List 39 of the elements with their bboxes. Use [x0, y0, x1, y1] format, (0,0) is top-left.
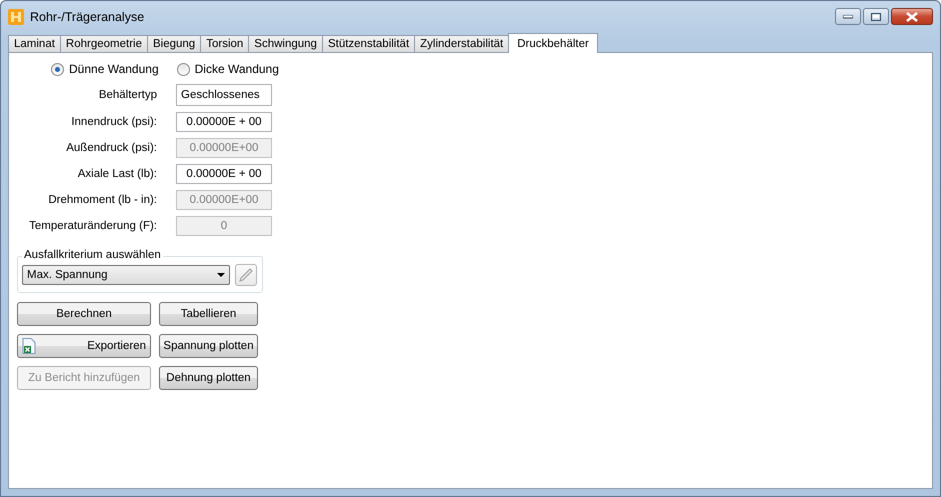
- tab[interactable]: Rohrgeometrie: [60, 35, 148, 52]
- tab[interactable]: Stützenstabilität: [322, 35, 416, 52]
- action-button[interactable]: Dehnung plotten: [159, 366, 258, 390]
- field-label: Innendruck (psi):: [70, 116, 157, 128]
- radio-button[interactable]: [176, 62, 190, 76]
- radio-label: Dicke Wandung: [194, 62, 279, 76]
- tab[interactable]: Torsion: [200, 35, 250, 52]
- radio-label: Dünne Wandung: [69, 62, 159, 76]
- minimize-button[interactable]: [835, 8, 861, 25]
- tab[interactable]: Schwingung: [248, 35, 323, 52]
- app-logo-icon: [8, 8, 24, 24]
- field-label: Drehmoment (lb - in):: [47, 194, 157, 206]
- action-button[interactable]: Exportieren: [17, 334, 151, 358]
- action-button[interactable]: Tabellieren: [159, 302, 258, 326]
- tab[interactable]: Druckbehälter: [508, 33, 598, 53]
- maximize-button[interactable]: [863, 8, 889, 25]
- tab[interactable]: Zylinderstabilität: [414, 35, 510, 52]
- input-field[interactable]: 0.00000E + 00: [176, 164, 272, 184]
- spreadsheet-icon: [22, 338, 36, 354]
- window-title: Rohr-/Trägeranalyse: [30, 10, 144, 24]
- maximize-icon: [871, 12, 881, 20]
- radio-button[interactable]: [51, 62, 64, 76]
- caret-icon: [217, 273, 225, 277]
- pencil-icon: [239, 268, 253, 282]
- container-type-dropdown[interactable]: Geschlossenes: [176, 84, 272, 106]
- action-button[interactable]: Berechnen: [17, 302, 151, 326]
- tab[interactable]: Biegung: [147, 35, 202, 52]
- field-label: Axiale Last (lb):: [76, 168, 157, 180]
- failure-criterion-dropdown[interactable]: Max. Spannung: [22, 265, 230, 285]
- field-label: Behältertyp: [98, 89, 157, 101]
- close-button[interactable]: [891, 8, 933, 25]
- group-title: Ausfallkriterium auswählen: [22, 249, 163, 261]
- field-label: Temperaturänderung (F):: [28, 220, 157, 232]
- field-label: Außendruck (psi):: [65, 142, 157, 154]
- tab[interactable]: Laminat: [8, 35, 61, 52]
- minimize-icon: [843, 14, 853, 18]
- input-field[interactable]: 0.00000E + 00: [176, 112, 272, 132]
- action-button[interactable]: Spannung plotten: [159, 334, 258, 358]
- close-icon: [906, 12, 918, 22]
